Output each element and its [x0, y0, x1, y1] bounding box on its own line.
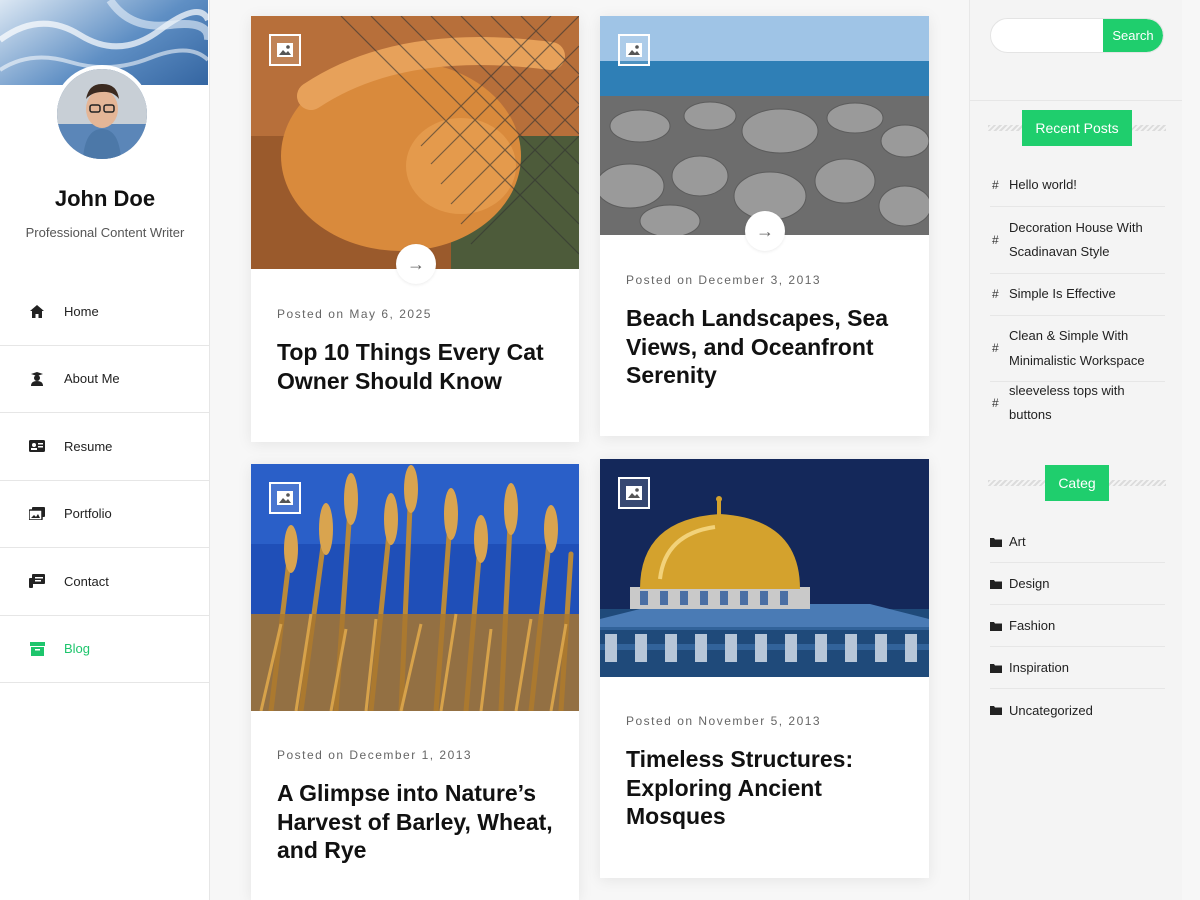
divider — [970, 100, 1182, 101]
hash-icon: # — [992, 178, 999, 193]
folder-icon — [990, 621, 1009, 631]
image-format-icon — [269, 34, 301, 66]
archive-icon — [28, 640, 46, 658]
recent-post-link[interactable]: Hello world! — [1009, 173, 1077, 198]
category-link[interactable]: Inspiration — [1009, 660, 1069, 675]
post-card[interactable]: → Posted on December 3, 2013 Beach Lands… — [600, 16, 929, 436]
category-item[interactable]: Fashion — [990, 605, 1165, 647]
post-title[interactable]: A Glimpse into Nature’s Harvest of Barle… — [277, 779, 567, 865]
home-icon — [28, 302, 46, 320]
recent-post-link[interactable]: sleeveless tops with buttons — [1009, 379, 1165, 428]
recent-posts-title: Recent Posts — [1022, 110, 1132, 146]
search-button[interactable]: Search — [1103, 19, 1163, 52]
category-item[interactable]: Design — [990, 563, 1165, 605]
image-format-icon — [618, 477, 650, 509]
post-title[interactable]: Beach Landscapes, Sea Views, and Oceanfr… — [626, 304, 916, 390]
category-item[interactable]: Inspiration — [990, 647, 1165, 689]
post-title[interactable]: Top 10 Things Every Cat Owner Should Kno… — [277, 338, 567, 395]
recent-post-item[interactable]: # Decoration House With Scadinavan Style — [990, 207, 1165, 274]
avatar — [53, 65, 151, 163]
recent-posts-heading: Recent Posts — [988, 110, 1166, 146]
nav-item-home[interactable]: Home — [0, 278, 210, 346]
recent-post-link[interactable]: Clean & Simple With Minimalistic Workspa… — [1009, 324, 1165, 373]
hash-icon: # — [992, 287, 999, 302]
images-icon — [28, 505, 46, 523]
hash-icon: # — [992, 341, 999, 356]
post-title[interactable]: Timeless Structures: Exploring Ancient M… — [626, 745, 916, 831]
contact-icon — [28, 572, 46, 590]
post-date: Posted on December 1, 2013 — [277, 748, 473, 762]
recent-post-item[interactable]: # Clean & Simple With Minimalistic Works… — [990, 316, 1165, 382]
folder-icon — [990, 579, 1009, 589]
folder-icon — [990, 537, 1009, 547]
folder-icon — [990, 705, 1009, 715]
categories-title: Categ — [1045, 465, 1109, 501]
nav-label-blog: Blog — [64, 641, 91, 657]
search-input[interactable] — [991, 19, 1104, 52]
profile-name: John Doe — [54, 186, 156, 211]
user-graduate-icon — [28, 370, 46, 388]
folder-icon — [990, 663, 1009, 673]
read-more-arrow-icon[interactable]: → — [396, 244, 436, 284]
profile-sidebar: John Doe Professional Content Writer Hom… — [0, 0, 210, 900]
category-item[interactable]: Uncategorized — [990, 689, 1165, 731]
nav-item-about-me[interactable]: About Me — [0, 346, 210, 413]
nav-label-resume: Resume — [64, 438, 113, 454]
nav-label-about-me: About Me — [64, 371, 120, 387]
post-card[interactable]: Posted on December 1, 2013 A Glimpse int… — [251, 464, 579, 900]
recent-post-item[interactable]: # Hello world! — [990, 165, 1165, 207]
category-link[interactable]: Fashion — [1009, 618, 1055, 633]
read-more-arrow-icon[interactable]: → — [745, 211, 785, 251]
hash-icon: # — [992, 232, 999, 247]
hash-icon: # — [992, 395, 999, 410]
post-card[interactable]: → Posted on May 6, 2025 Top 10 Things Ev… — [251, 16, 579, 442]
recent-post-item[interactable]: # Simple Is Effective — [990, 274, 1165, 316]
recent-post-link[interactable]: Simple Is Effective — [1009, 282, 1116, 307]
recent-post-item[interactable]: # sleeveless tops with buttons — [990, 382, 1165, 424]
recent-post-link[interactable]: Decoration House With Scadinavan Style — [1009, 216, 1165, 265]
id-card-icon — [28, 437, 46, 455]
category-link[interactable]: Design — [1009, 576, 1049, 591]
category-link[interactable]: Art — [1009, 534, 1026, 549]
category-link[interactable]: Uncategorized — [1009, 703, 1093, 718]
profile-role: Professional Content Writer — [25, 225, 185, 240]
nav-item-blog[interactable]: Blog — [0, 616, 210, 683]
widget-sidebar: Search Recent Posts # Hello world! # Dec… — [969, 0, 1182, 900]
post-date: Posted on December 3, 2013 — [626, 273, 822, 287]
nav-label-home: Home — [64, 303, 99, 319]
post-date: Posted on May 6, 2025 — [277, 307, 432, 321]
nav-label-contact: Contact — [64, 573, 109, 589]
category-item[interactable]: Art — [990, 521, 1165, 563]
image-format-icon — [269, 482, 301, 514]
search-form: Search — [990, 18, 1164, 53]
nav-item-contact[interactable]: Contact — [0, 548, 210, 616]
image-format-icon — [618, 34, 650, 66]
nav-item-portfolio[interactable]: Portfolio — [0, 481, 210, 548]
post-date: Posted on November 5, 2013 — [626, 714, 822, 728]
profile-header — [0, 0, 209, 180]
nav-label-portfolio: Portfolio — [64, 506, 112, 522]
nav-item-resume[interactable]: Resume — [0, 413, 210, 481]
categories-heading: Categ — [988, 465, 1166, 501]
post-card[interactable]: Posted on November 5, 2013 Timeless Stru… — [600, 459, 929, 878]
main-nav: Home About Me Resume Portfolio Contact B… — [0, 278, 210, 683]
